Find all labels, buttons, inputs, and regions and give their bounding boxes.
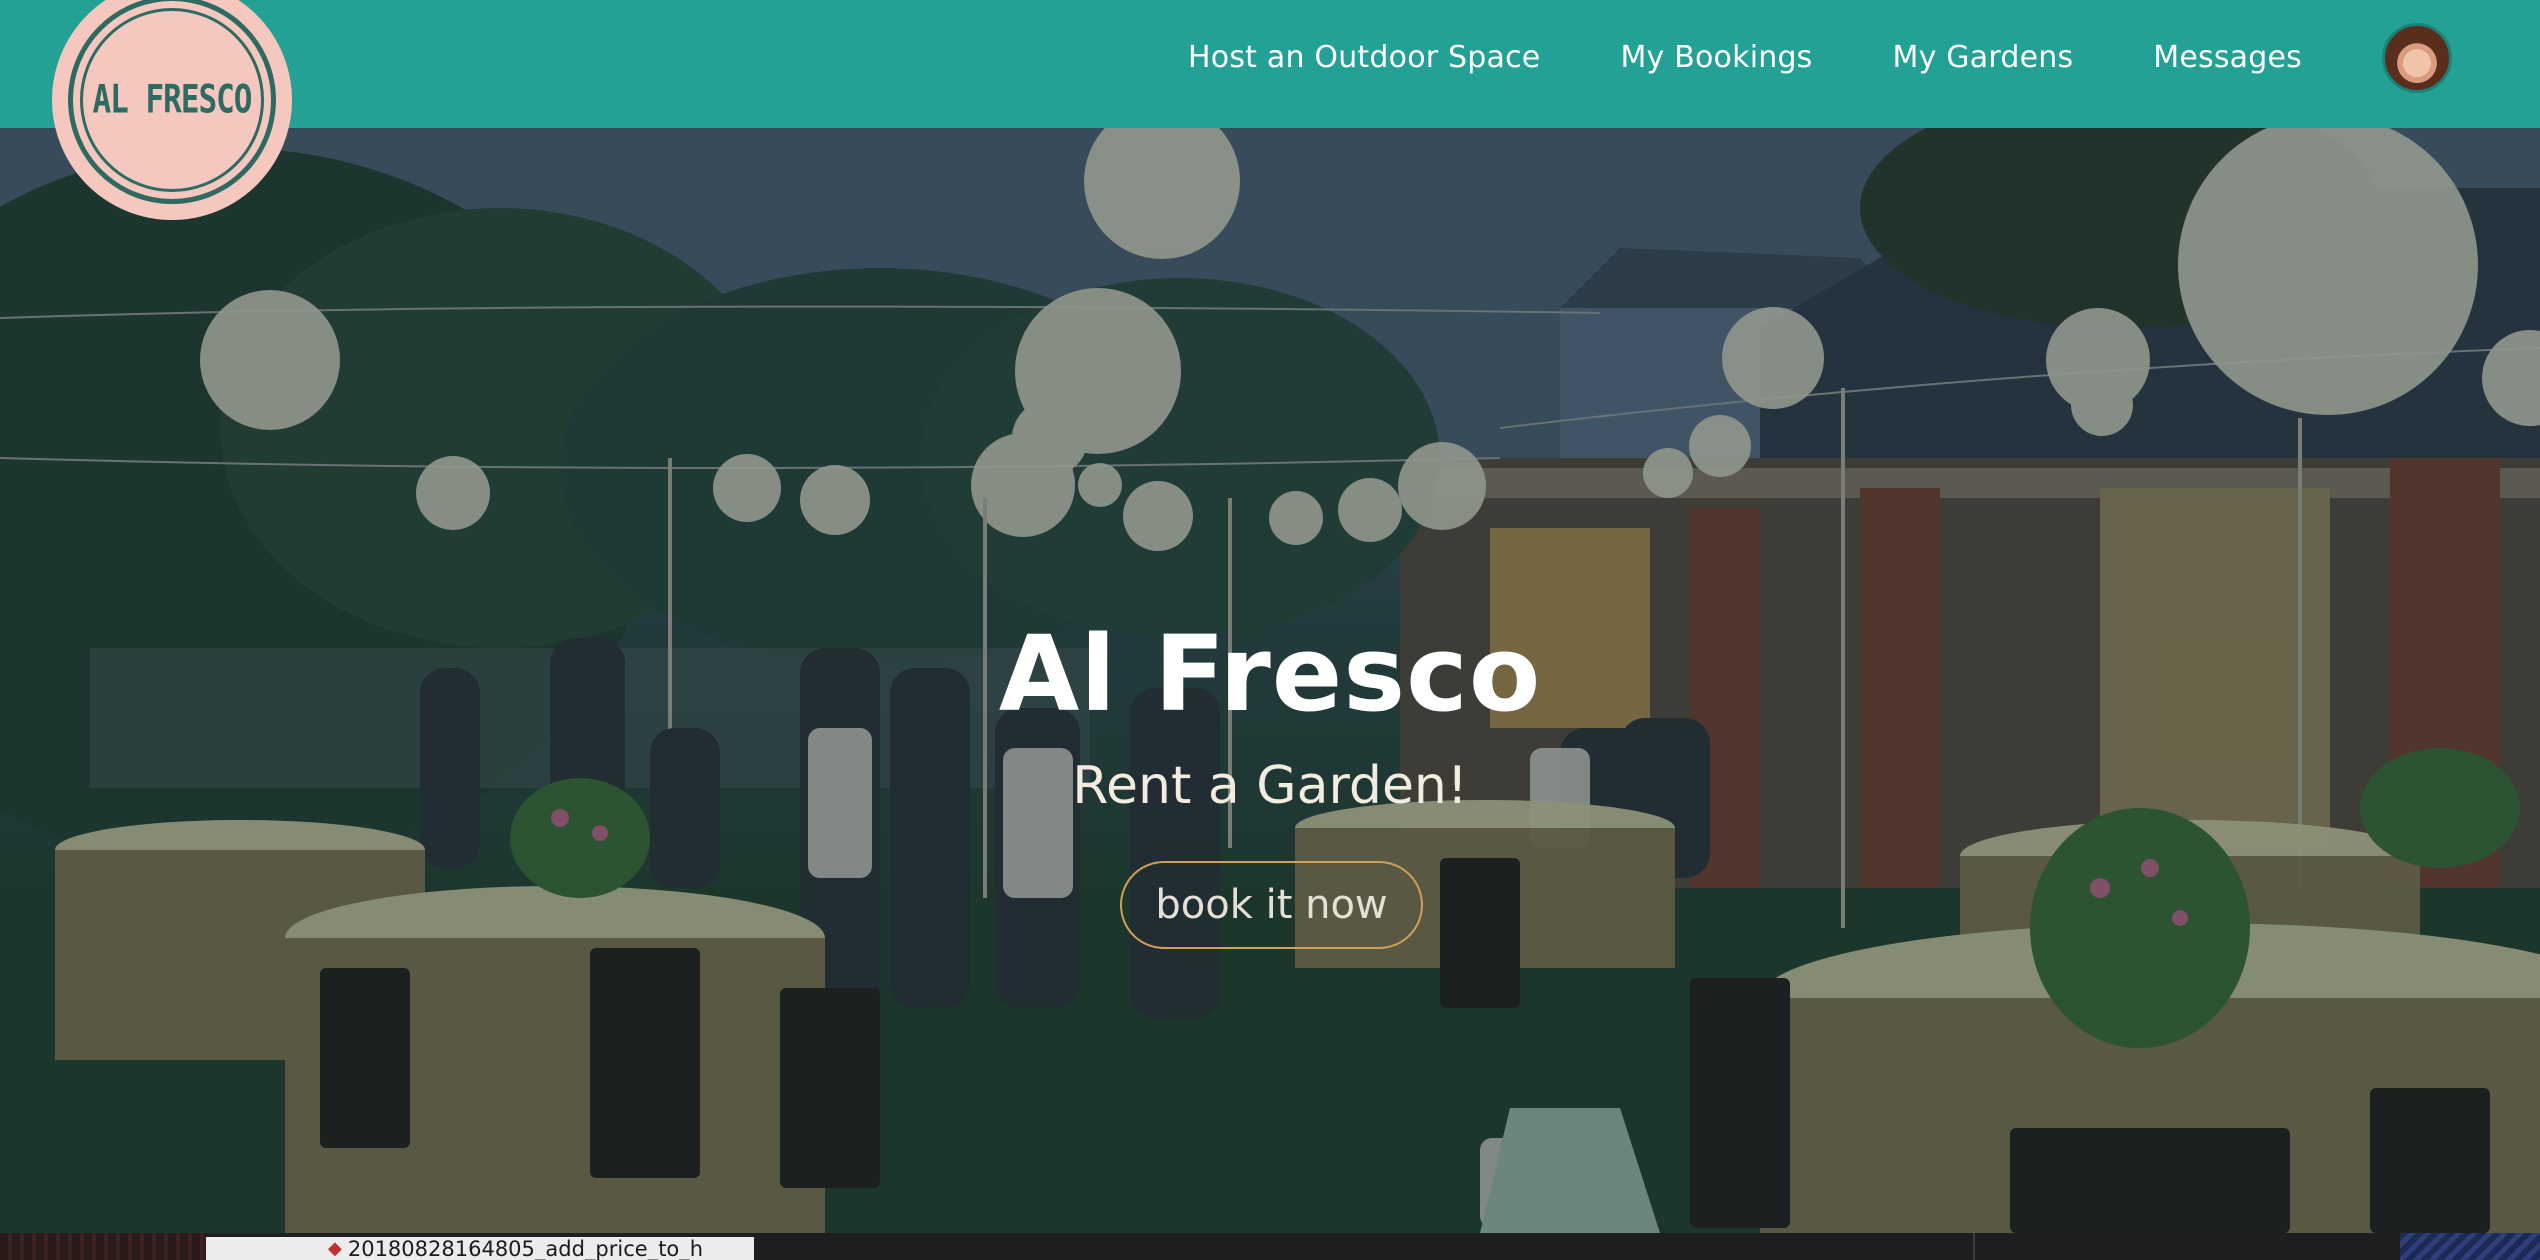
taskbar-divider: [1973, 1233, 1975, 1260]
logo-inner-ring: AL FRESCO: [80, 8, 264, 192]
taskbar-window-tab-label: 20180828164805_add_price_to_h: [347, 1237, 704, 1260]
nav-link-my-gardens[interactable]: My Gardens: [1893, 40, 2074, 75]
book-it-now-button[interactable]: book it now: [1120, 861, 1423, 949]
taskbar-window-tab[interactable]: ◆ 20180828164805_add_price_to_h: [206, 1237, 754, 1260]
logo-outer-ring: AL FRESCO: [68, 0, 276, 204]
hero-subtitle: Rent a Garden!: [1072, 756, 1468, 816]
top-navbar: Host an Outdoor Space My Bookings My Gar…: [0, 0, 2540, 128]
os-taskbar: ◆ 20180828164805_add_price_to_h: [0, 1233, 2540, 1260]
nav-links: Host an Outdoor Space My Bookings My Gar…: [1188, 0, 2540, 115]
hero-title: Al Fresco: [998, 613, 1542, 735]
ruby-gem-icon: ◆: [328, 1238, 342, 1259]
nav-link-messages[interactable]: Messages: [2153, 40, 2302, 75]
nav-link-host-outdoor-space[interactable]: Host an Outdoor Space: [1188, 40, 1540, 75]
taskbar-left-thumbnail: [0, 1233, 206, 1260]
nav-link-my-bookings[interactable]: My Bookings: [1620, 40, 1812, 75]
logo-text: AL FRESCO: [92, 77, 253, 123]
taskbar-right-thumbnail: [2400, 1233, 2540, 1260]
hero-banner: Al Fresco Rent a Garden! book it now: [0, 128, 2540, 1233]
user-avatar[interactable]: [2382, 22, 2452, 93]
